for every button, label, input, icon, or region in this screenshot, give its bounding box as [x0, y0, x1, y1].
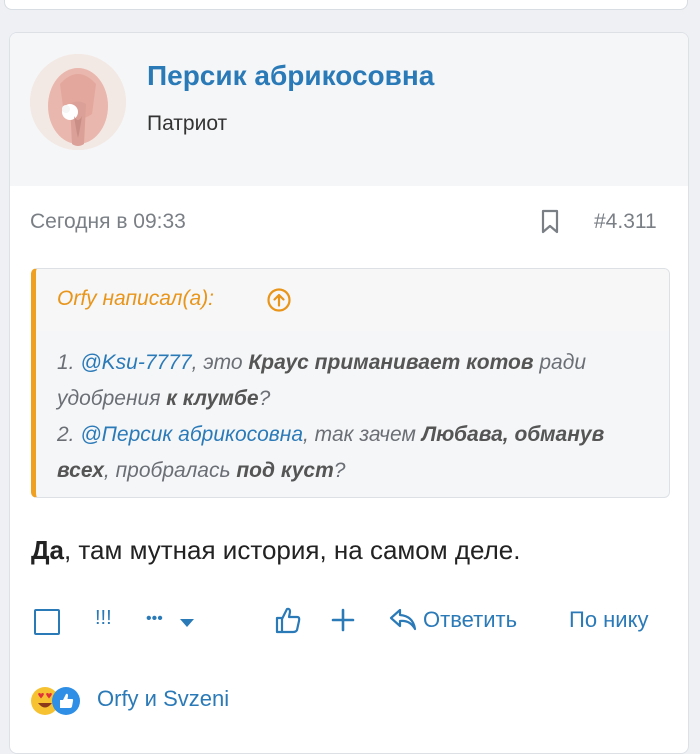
mention-link[interactable]: @Ksu-7777 — [80, 351, 191, 374]
list-number: 2. — [57, 423, 81, 446]
quote-line-1: 1. @Ksu-7777, это Краус приманивает кото… — [57, 351, 586, 410]
quote-text-part: ? — [333, 459, 346, 482]
mention-link[interactable]: @Персик абрикосовна — [80, 423, 303, 446]
avatar[interactable] — [30, 54, 126, 150]
message-rest: , там мутная история, на самом деле. — [63, 535, 521, 565]
quote-author[interactable]: Orfy написал(а): — [57, 287, 214, 311]
post-date[interactable]: Сегодня в 09:33 — [30, 210, 186, 234]
thumbs-up-emoji-icon[interactable] — [52, 687, 80, 715]
post-number[interactable]: #4.311 — [594, 210, 657, 234]
user-title: Патриот — [147, 112, 228, 135]
caret-down-icon[interactable] — [179, 615, 195, 633]
arrow-up-circle-icon[interactable] — [266, 287, 292, 313]
exclaim-button[interactable]: !!! — [95, 607, 112, 630]
bookmark-icon[interactable] — [539, 209, 561, 235]
more-button[interactable]: ••• — [146, 610, 163, 628]
thumbs-up-icon[interactable] — [274, 605, 302, 640]
reply-icon[interactable] — [388, 607, 418, 638]
reactions-users[interactable]: Orfy и Svzeni — [97, 686, 229, 712]
quote-line-2: 2. @Персик абрикосовна, так зачем Любава… — [57, 423, 604, 482]
quote-bold-part: под куст — [236, 459, 334, 482]
quote-header: Orfy написал(а): — [36, 269, 669, 331]
reply-by-nick-button[interactable]: По нику — [569, 607, 648, 633]
post-card: Персик абрикосовна Патриот Сегодня в 09:… — [9, 32, 689, 754]
message-text: Да, там мутная история, на самом деле. — [31, 535, 520, 566]
list-number: 1. — [57, 351, 81, 374]
quote-text-part: ? — [258, 387, 271, 410]
post-header: Персик абрикосовна Патриот — [10, 33, 688, 186]
previous-post-card — [4, 0, 688, 10]
select-checkbox[interactable] — [34, 609, 60, 635]
plus-icon[interactable] — [331, 608, 355, 637]
quote-bold-part: Краус приманивает котов — [248, 351, 534, 374]
message-bold: Да — [31, 535, 64, 565]
quote-bold-part: к клумбе — [166, 387, 259, 410]
quote-block: Orfy написал(а): 1. @Ksu-7777, это Краус… — [31, 268, 670, 498]
quote-text-part: , пробралась — [103, 459, 237, 482]
post-actions: !!! ••• Ответить По нику — [10, 599, 688, 645]
quote-text-part: , это — [191, 351, 249, 374]
quote-text-part: , так зачем — [303, 423, 422, 446]
reactions-bar: Orfy и Svzeni — [10, 681, 688, 721]
username[interactable]: Персик абрикосовна — [147, 60, 434, 92]
reply-button[interactable]: Ответить — [423, 607, 517, 633]
quote-text: 1. @Ksu-7777, это Краус приманивает кото… — [36, 331, 669, 489]
